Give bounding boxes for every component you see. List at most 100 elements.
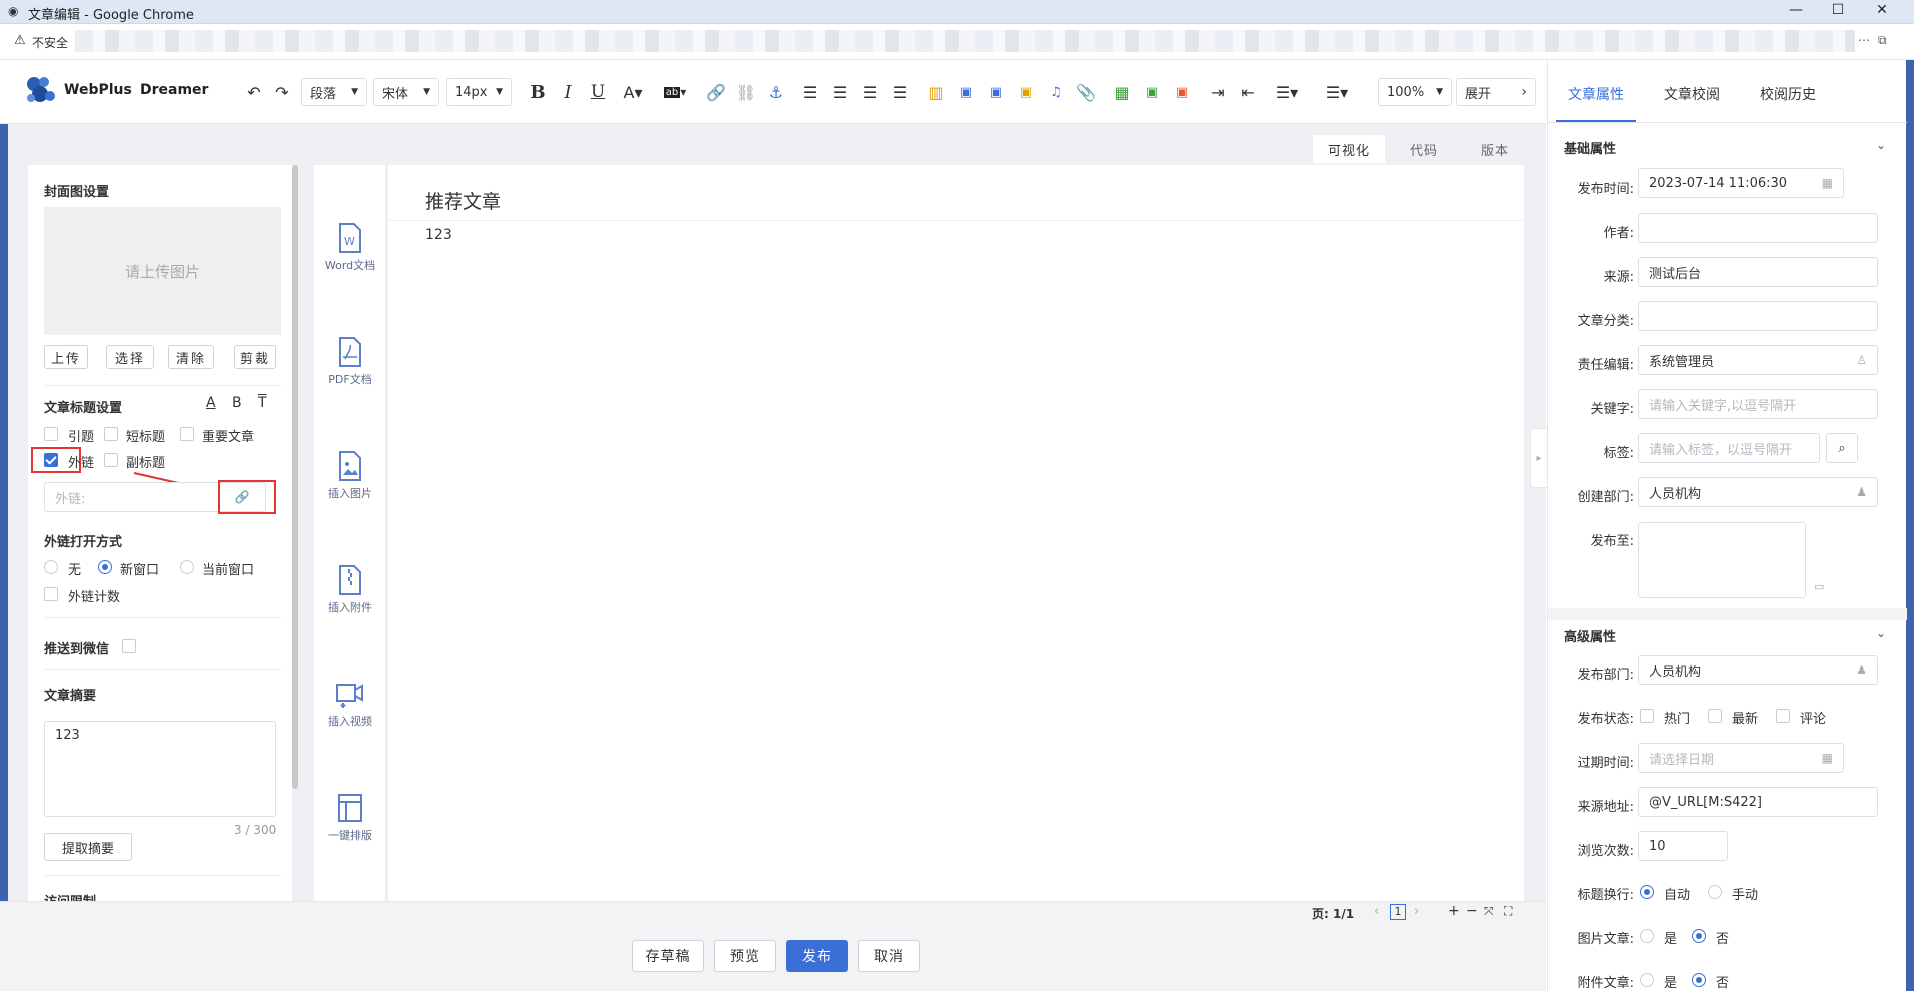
hot-checkbox[interactable]: [1640, 709, 1654, 723]
next-page-icon[interactable]: ›: [1414, 904, 1419, 919]
undo-icon[interactable]: ↶: [244, 80, 264, 104]
tab-version[interactable]: 版本: [1460, 135, 1530, 163]
views-input[interactable]: 10: [1638, 831, 1728, 861]
more-icon[interactable]: ⋯: [1858, 33, 1870, 47]
word-doc-tool[interactable]: W Word文档: [314, 223, 386, 273]
subtitle-checkbox[interactable]: [104, 453, 118, 467]
chevron-down-icon[interactable]: ⌄: [1876, 626, 1886, 640]
tab-visual[interactable]: 可视化: [1313, 135, 1385, 163]
clear-button[interactable]: 清除: [168, 345, 214, 369]
summary-textarea[interactable]: 123: [44, 721, 276, 817]
editor-input[interactable]: 系统管理员 ♙: [1638, 345, 1878, 375]
attachment-icon[interactable]: 📎: [1076, 80, 1096, 104]
external-link-checkbox[interactable]: [44, 453, 58, 467]
open-new-radio[interactable]: [98, 560, 112, 574]
excel-icon[interactable]: ▣: [1142, 80, 1162, 104]
underline-icon[interactable]: U: [588, 80, 608, 104]
zoom-out-icon[interactable]: −: [1466, 903, 1478, 919]
document-title[interactable]: 推荐文章: [425, 187, 501, 214]
align-justify-icon[interactable]: ☰: [890, 80, 910, 104]
link-icon[interactable]: 🔗: [706, 80, 726, 104]
wrap-manual-radio[interactable]: [1708, 885, 1722, 899]
tab-article-properties[interactable]: 文章属性: [1568, 84, 1624, 104]
insert-image-tool[interactable]: 插入图片: [314, 451, 386, 501]
minimize-icon[interactable]: —: [1776, 2, 1816, 18]
source-url-input[interactable]: @V_URL[M:S422]: [1638, 787, 1878, 817]
dept-input[interactable]: 人员机构 ♟: [1638, 477, 1878, 507]
fullscreen-icon[interactable]: ⛶: [1504, 904, 1512, 919]
unlink-icon[interactable]: ⛓: [736, 80, 756, 104]
translate-icon[interactable]: ⧉: [1878, 33, 1887, 48]
ppt-icon[interactable]: ▣: [1172, 80, 1192, 104]
tab-code[interactable]: 代码: [1389, 135, 1459, 163]
tags-search-button[interactable]: ⌕: [1826, 433, 1858, 463]
image-no-radio[interactable]: [1692, 929, 1706, 943]
paragraph-select[interactable]: 段落 ▼: [301, 78, 367, 106]
layout-icon[interactable]: ▥: [926, 80, 946, 104]
font-color-icon[interactable]: A▾: [618, 80, 648, 104]
pub-dept-input[interactable]: 人员机构 ♟: [1638, 655, 1878, 685]
wrap-auto-radio[interactable]: [1640, 885, 1654, 899]
external-link-input[interactable]: 外链:: [44, 482, 218, 512]
indent-icon[interactable]: ⇥: [1208, 80, 1228, 104]
highlight-icon[interactable]: ab ▾: [660, 80, 690, 104]
font-size-select[interactable]: 14px ▼: [446, 78, 512, 106]
keywords-input[interactable]: 请输入关键字,以逗号隔开: [1638, 389, 1878, 419]
folder-icon[interactable]: ▭: [1814, 580, 1824, 593]
open-current-radio[interactable]: [180, 560, 194, 574]
align-center-icon[interactable]: ☰: [830, 80, 850, 104]
cover-upload-area[interactable]: 请上传图片: [44, 207, 281, 335]
ext-count-checkbox[interactable]: [44, 587, 58, 601]
attach-no-radio[interactable]: [1692, 973, 1706, 987]
insert-video-tool[interactable]: 插入视频: [314, 679, 386, 729]
document-body[interactable]: 123: [425, 227, 452, 243]
image-icon[interactable]: ▣: [956, 80, 976, 104]
align-left-icon[interactable]: ☰: [800, 80, 820, 104]
left-panel-scrollbar[interactable]: [292, 165, 298, 789]
font-select[interactable]: 宋体 ▼: [373, 78, 439, 106]
table-icon[interactable]: ▦: [1112, 80, 1132, 104]
align-right-icon[interactable]: ☰: [860, 80, 880, 104]
fit-icon[interactable]: ⤧: [1484, 904, 1494, 919]
author-input[interactable]: [1638, 213, 1878, 243]
pdf-doc-tool[interactable]: PDF文档: [314, 337, 386, 387]
audio-icon[interactable]: ♫: [1046, 80, 1066, 104]
anchor-icon[interactable]: ⚓: [766, 80, 786, 104]
tags-input[interactable]: 请输入标签，以逗号隔开: [1638, 433, 1820, 463]
bold-icon[interactable]: B: [528, 80, 548, 104]
expire-input[interactable]: 请选择日期 ▦: [1638, 743, 1844, 773]
title-bold-icon[interactable]: B: [232, 395, 242, 411]
latest-checkbox[interactable]: [1708, 709, 1722, 723]
tab-review-history[interactable]: 校阅历史: [1760, 84, 1816, 104]
publish-button[interactable]: 发布: [786, 940, 848, 972]
tab-article-review[interactable]: 文章校阅: [1664, 84, 1720, 104]
important-checkbox[interactable]: [180, 427, 194, 441]
insert-image-icon[interactable]: ▣: [986, 80, 1006, 104]
chevron-down-icon[interactable]: ⌄: [1876, 138, 1886, 152]
cancel-button[interactable]: 取消: [858, 940, 920, 972]
extract-summary-button[interactable]: 提取摘要: [44, 833, 132, 861]
ordered-list-icon[interactable]: ☰▾: [1272, 80, 1302, 104]
comment-checkbox[interactable]: [1776, 709, 1790, 723]
maximize-icon[interactable]: ☐: [1818, 2, 1858, 18]
video-icon[interactable]: ▣: [1016, 80, 1036, 104]
image-yes-radio[interactable]: [1640, 929, 1654, 943]
save-draft-button[interactable]: 存草稿: [632, 940, 704, 972]
close-icon[interactable]: ✕: [1862, 2, 1902, 18]
crop-button[interactable]: 剪裁: [234, 345, 276, 369]
upload-button[interactable]: 上传: [44, 345, 88, 369]
title-font-icon[interactable]: A: [206, 395, 216, 411]
source-input[interactable]: 测试后台: [1638, 257, 1878, 287]
category-input[interactable]: [1638, 301, 1878, 331]
insert-attachment-tool[interactable]: 插入附件: [314, 565, 386, 615]
attach-yes-radio[interactable]: [1640, 973, 1654, 987]
open-none-radio[interactable]: [44, 560, 58, 574]
title-style-icon[interactable]: T: [258, 395, 267, 411]
page-number[interactable]: 1: [1390, 904, 1406, 920]
short-title-checkbox[interactable]: [104, 427, 118, 441]
publish-to-textarea[interactable]: [1638, 522, 1806, 598]
auto-layout-tool[interactable]: 一键排版: [314, 793, 386, 843]
intro-checkbox[interactable]: [44, 427, 58, 441]
preview-button[interactable]: 预览: [714, 940, 776, 972]
prev-page-icon[interactable]: ‹: [1374, 904, 1379, 919]
